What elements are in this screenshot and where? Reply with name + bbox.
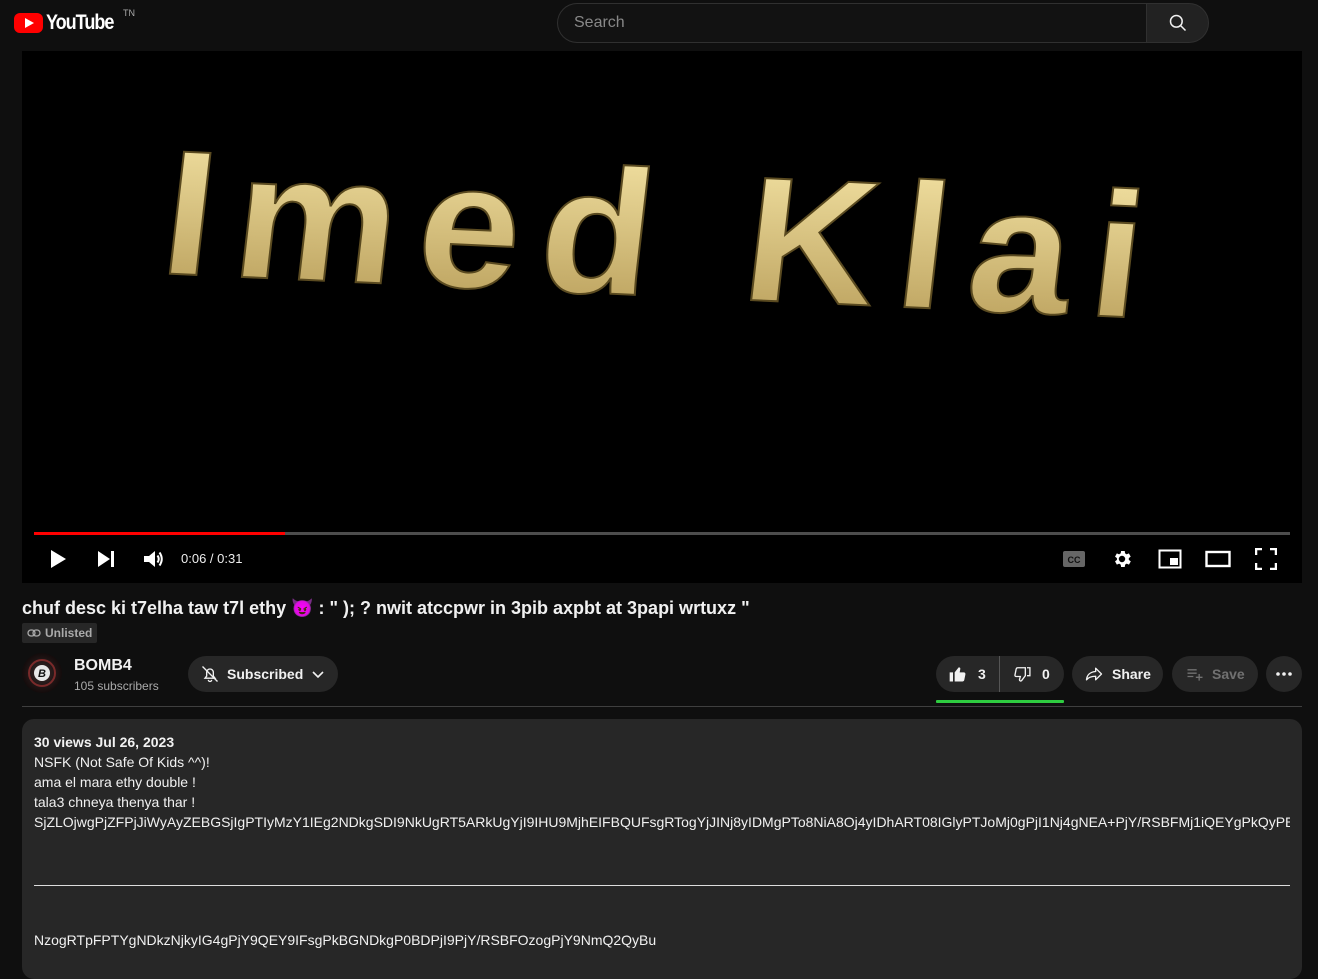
subscribe-button[interactable]: Subscribed [188,656,338,692]
more-horizontal-icon [1276,672,1292,676]
description-line: NSFK (Not Safe Of Kids ^^)! [34,754,210,770]
description-divider [34,885,1290,886]
play-button[interactable] [44,541,72,577]
video-title: chuf desc ki t7elha taw t7l ethy 😈 : " )… [22,598,750,618]
video-player[interactable]: Imed Klai 0:06 / 0:31 CC [22,51,1302,583]
thumbs-down-icon [1014,667,1031,682]
masthead: YouTube TN Search [0,0,1318,48]
more-actions-button[interactable] [1266,656,1302,692]
video-frame-text: Imed Klai [153,113,1175,356]
play-icon [51,550,66,568]
settings-button[interactable] [1108,541,1136,577]
link-icon [27,629,41,637]
fullscreen-icon [1255,548,1277,570]
video-frame: Imed Klai [152,112,1176,357]
description-box[interactable]: 30 views Jul 26, 2023 NSFK (Not Safe Of … [22,719,1302,979]
save-label: Save [1212,666,1245,682]
search-icon [1169,14,1186,32]
logo-country-code: TN [123,8,135,18]
search-input[interactable]: Search [557,3,1146,43]
closed-captions-icon: CC [1063,551,1085,567]
chevron-down-icon [312,671,324,679]
channel-avatar-logo-icon: B [28,659,56,687]
next-button[interactable] [92,541,120,577]
time-display: 0:06 / 0:31 [181,551,243,566]
youtube-logo[interactable]: YouTube TN [14,8,135,35]
logo-text: YouTube [46,11,114,34]
share-button[interactable]: Share [1072,656,1163,692]
divider [22,706,1302,707]
channel-name[interactable]: BOMB4 [74,657,132,675]
description-encoded-line: SjZLOjwgPjZFPjJiWyAyZEBGSjIgPTIyMzY1IEg2… [34,814,1290,830]
channel-avatar[interactable]: B [22,653,62,693]
skip-next-icon [98,551,114,567]
like-button[interactable]: 3 [936,656,1000,692]
share-label: Share [1112,666,1151,682]
gear-icon [1115,551,1131,567]
like-active-indicator [936,700,1064,703]
fullscreen-button[interactable] [1252,541,1280,577]
subscribe-label: Subscribed [227,666,304,682]
description-encoded-line-2: NzogRTpFPTYgNDkzNjkyIG4gPjY9QEY9IFsgPkBG… [34,932,657,948]
mute-button[interactable] [140,541,168,577]
svg-text:CC: CC [1068,555,1081,565]
playlist-add-icon [1187,669,1203,681]
search-button[interactable] [1146,3,1209,43]
description-line: tala3 chneya thenya thar ! [34,794,196,810]
thumbs-up-icon [949,667,966,682]
description-line: ama el mara ethy double ! [34,774,196,790]
volume-icon [144,551,163,567]
like-dislike-group: 3 0 [936,656,1064,692]
theater-mode-icon [1205,550,1231,568]
theater-mode-button[interactable] [1204,541,1232,577]
like-count: 3 [978,666,986,682]
progress-bar[interactable] [34,532,1290,535]
bell-off-icon [202,666,218,683]
progress-played [34,532,286,535]
share-icon [1085,667,1103,681]
subscriber-count: 105 subscribers [74,679,159,693]
subtitles-button[interactable]: CC [1060,541,1088,577]
dislike-button[interactable]: 0 [1000,656,1050,692]
view-count-date: 30 views Jul 26, 2023 [34,734,175,750]
player-controls: 0:06 / 0:31 CC [22,541,1302,577]
dislike-count: 0 [1042,666,1050,682]
save-button[interactable]: Save [1172,656,1258,692]
unlisted-label: Unlisted [45,626,93,640]
unlisted-badge: Unlisted [22,623,98,643]
miniplayer-icon [1158,549,1182,569]
youtube-play-icon [14,13,43,33]
svg-text:B: B [38,668,46,680]
search-bar: Search [557,3,1209,43]
miniplayer-button[interactable] [1156,541,1184,577]
